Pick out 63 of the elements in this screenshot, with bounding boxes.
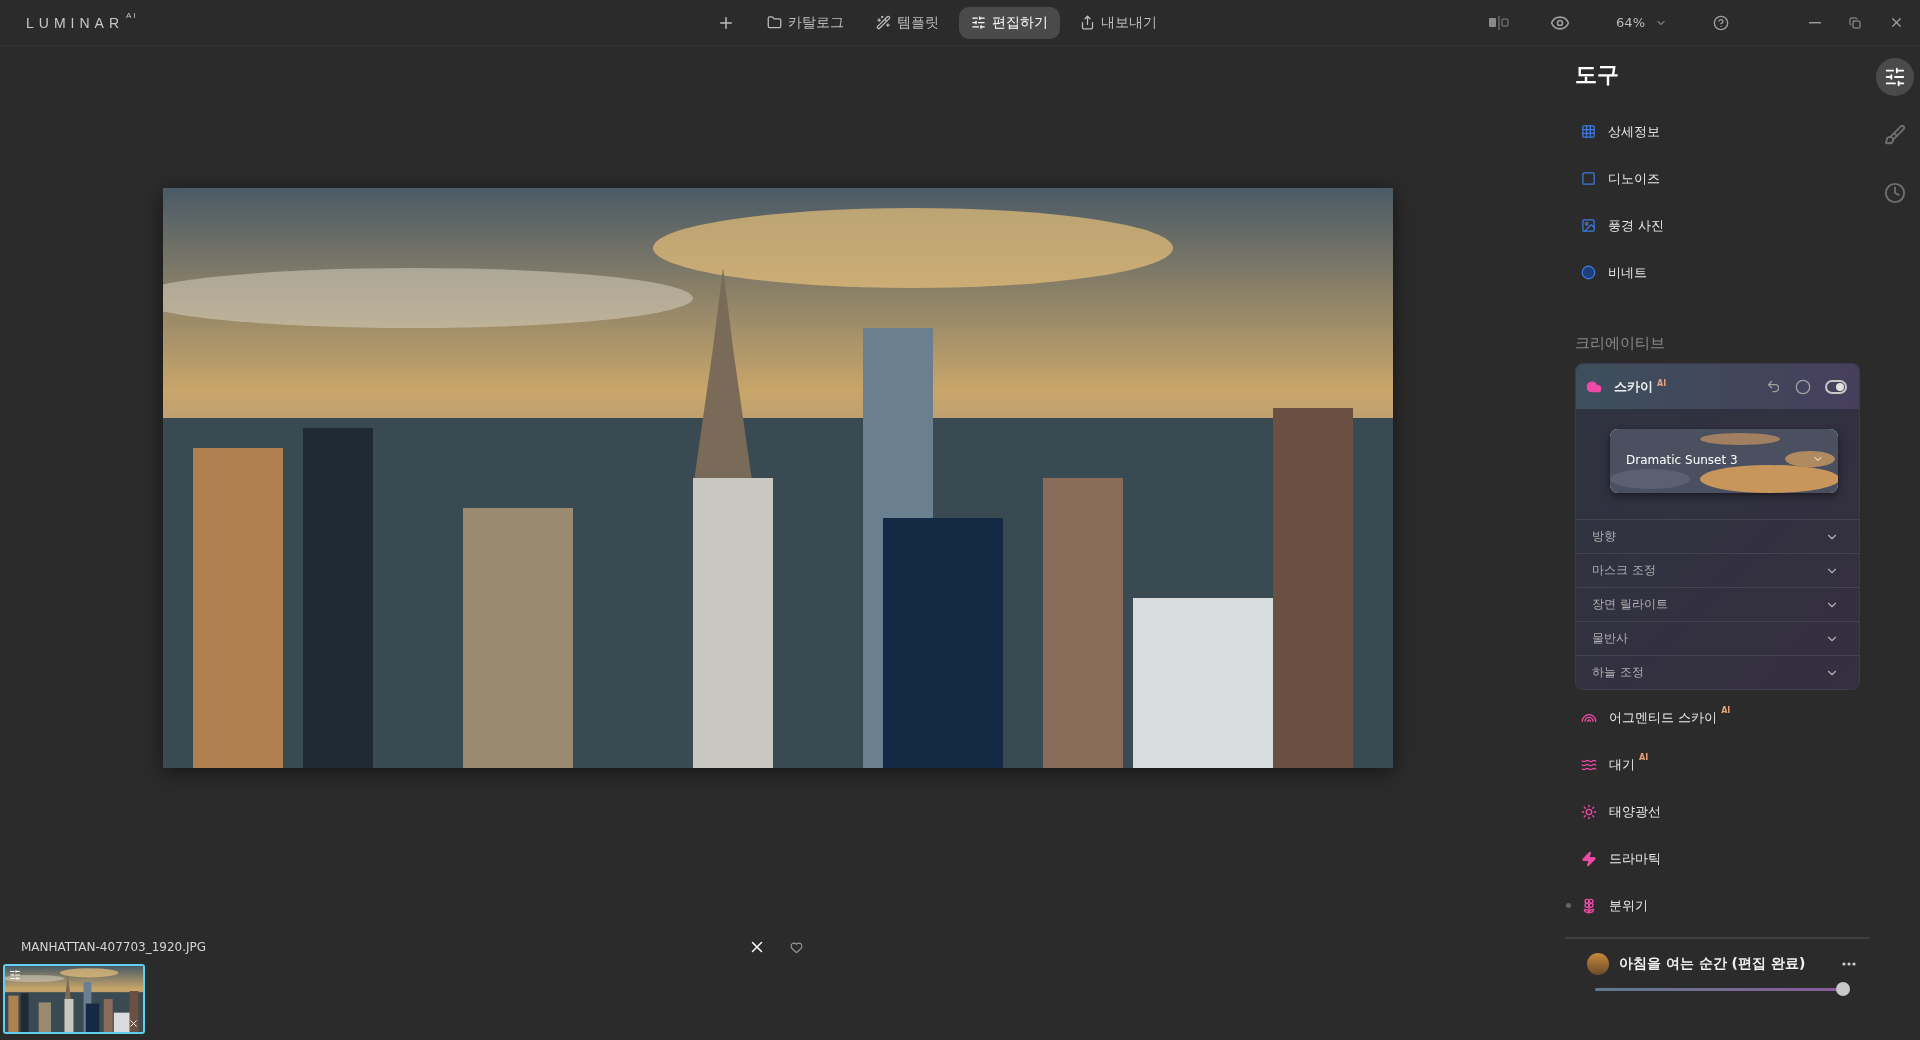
restore-button[interactable] <box>1849 15 1861 30</box>
brush-icon <box>1884 124 1906 146</box>
zoom-dropdown[interactable]: 64% <box>1610 14 1673 31</box>
tool-item[interactable]: 대기 AI <box>1565 741 1870 788</box>
ai-label: AI <box>1639 753 1649 762</box>
minimize-icon <box>1809 21 1821 24</box>
grid-icon <box>1581 124 1596 139</box>
collapsible-section[interactable]: 마스크 조정 <box>1576 553 1859 587</box>
sliders-icon <box>1884 66 1906 88</box>
tool-name: 스카이 <box>1614 377 1653 396</box>
file-name: MANHATTAN-407703_1920.JPG <box>21 940 207 954</box>
close-icon <box>1889 15 1904 30</box>
heart-icon <box>790 940 803 954</box>
tool-item[interactable]: 풍경 사진 <box>1565 202 1870 249</box>
nav-tab[interactable]: 카탈로그 <box>755 6 857 39</box>
tool-item[interactable]: 디노이즈 <box>1565 155 1870 202</box>
tool-item[interactable]: 드라마틱 <box>1565 835 1870 882</box>
help-icon <box>1713 14 1729 31</box>
tool-item[interactable]: 어그멘티드 스카이 AI <box>1565 694 1870 741</box>
template-icon <box>1587 953 1609 975</box>
heart-button[interactable] <box>790 940 803 954</box>
lightning-icon <box>1581 850 1597 867</box>
tool-item[interactable]: 분위기 <box>1565 882 1870 929</box>
collapsible-section[interactable]: 하늘 조정 <box>1576 655 1859 689</box>
ai-label: AI <box>1721 706 1731 715</box>
square-icon <box>1581 171 1596 186</box>
tool-item[interactable]: 상세정보 <box>1565 108 1870 155</box>
sliders-icon <box>9 969 21 981</box>
help-button[interactable] <box>1713 14 1729 31</box>
restore-icon <box>1849 16 1861 29</box>
close-icon[interactable] <box>128 1018 139 1029</box>
preset-dropdown[interactable]: Dramatic Sunset 3 <box>1610 429 1838 493</box>
ai-label: AI <box>1657 379 1667 388</box>
folder-icon <box>767 15 783 30</box>
template-name: 아침을 여는 순간 (편집 완료) <box>1619 955 1806 973</box>
sliders-icon <box>971 15 987 30</box>
nav-tab[interactable]: 템플릿 <box>864 6 952 39</box>
tool-item[interactable]: 태양광선 <box>1565 788 1870 835</box>
mask-button[interactable] <box>1795 378 1811 395</box>
collapsible-section[interactable]: 장면 릴라이트 <box>1576 587 1859 621</box>
tool-item[interactable]: 비네트 <box>1565 249 1870 296</box>
circle-icon <box>1795 378 1811 395</box>
undo-icon <box>1766 379 1781 394</box>
undo-button[interactable] <box>1766 379 1781 394</box>
image-icon <box>1581 218 1596 233</box>
section-heading: 크리에이티브 <box>1575 334 1666 353</box>
more-icon <box>1842 962 1856 966</box>
more-button[interactable] <box>1842 962 1856 966</box>
share-icon <box>1080 15 1096 30</box>
sun-icon <box>1581 803 1597 820</box>
nav-tab[interactable]: 편집하기 <box>959 6 1061 39</box>
collapsible-section[interactable]: 방향 <box>1576 519 1859 553</box>
collapsible-section[interactable]: 물반사 <box>1576 621 1859 655</box>
toggle-switch[interactable] <box>1825 379 1847 394</box>
panel-title: 도구 <box>1575 61 1620 89</box>
nav-tab[interactable]: 내보내기 <box>1068 6 1170 39</box>
slider-thumb[interactable] <box>1835 981 1850 996</box>
magic-wand-icon <box>876 15 892 30</box>
compare-button[interactable] <box>1488 15 1511 30</box>
flower-icon <box>1581 897 1597 914</box>
clock-icon <box>1884 182 1906 204</box>
sidebar-button[interactable] <box>1876 58 1914 96</box>
circle-icon <box>1581 265 1596 280</box>
